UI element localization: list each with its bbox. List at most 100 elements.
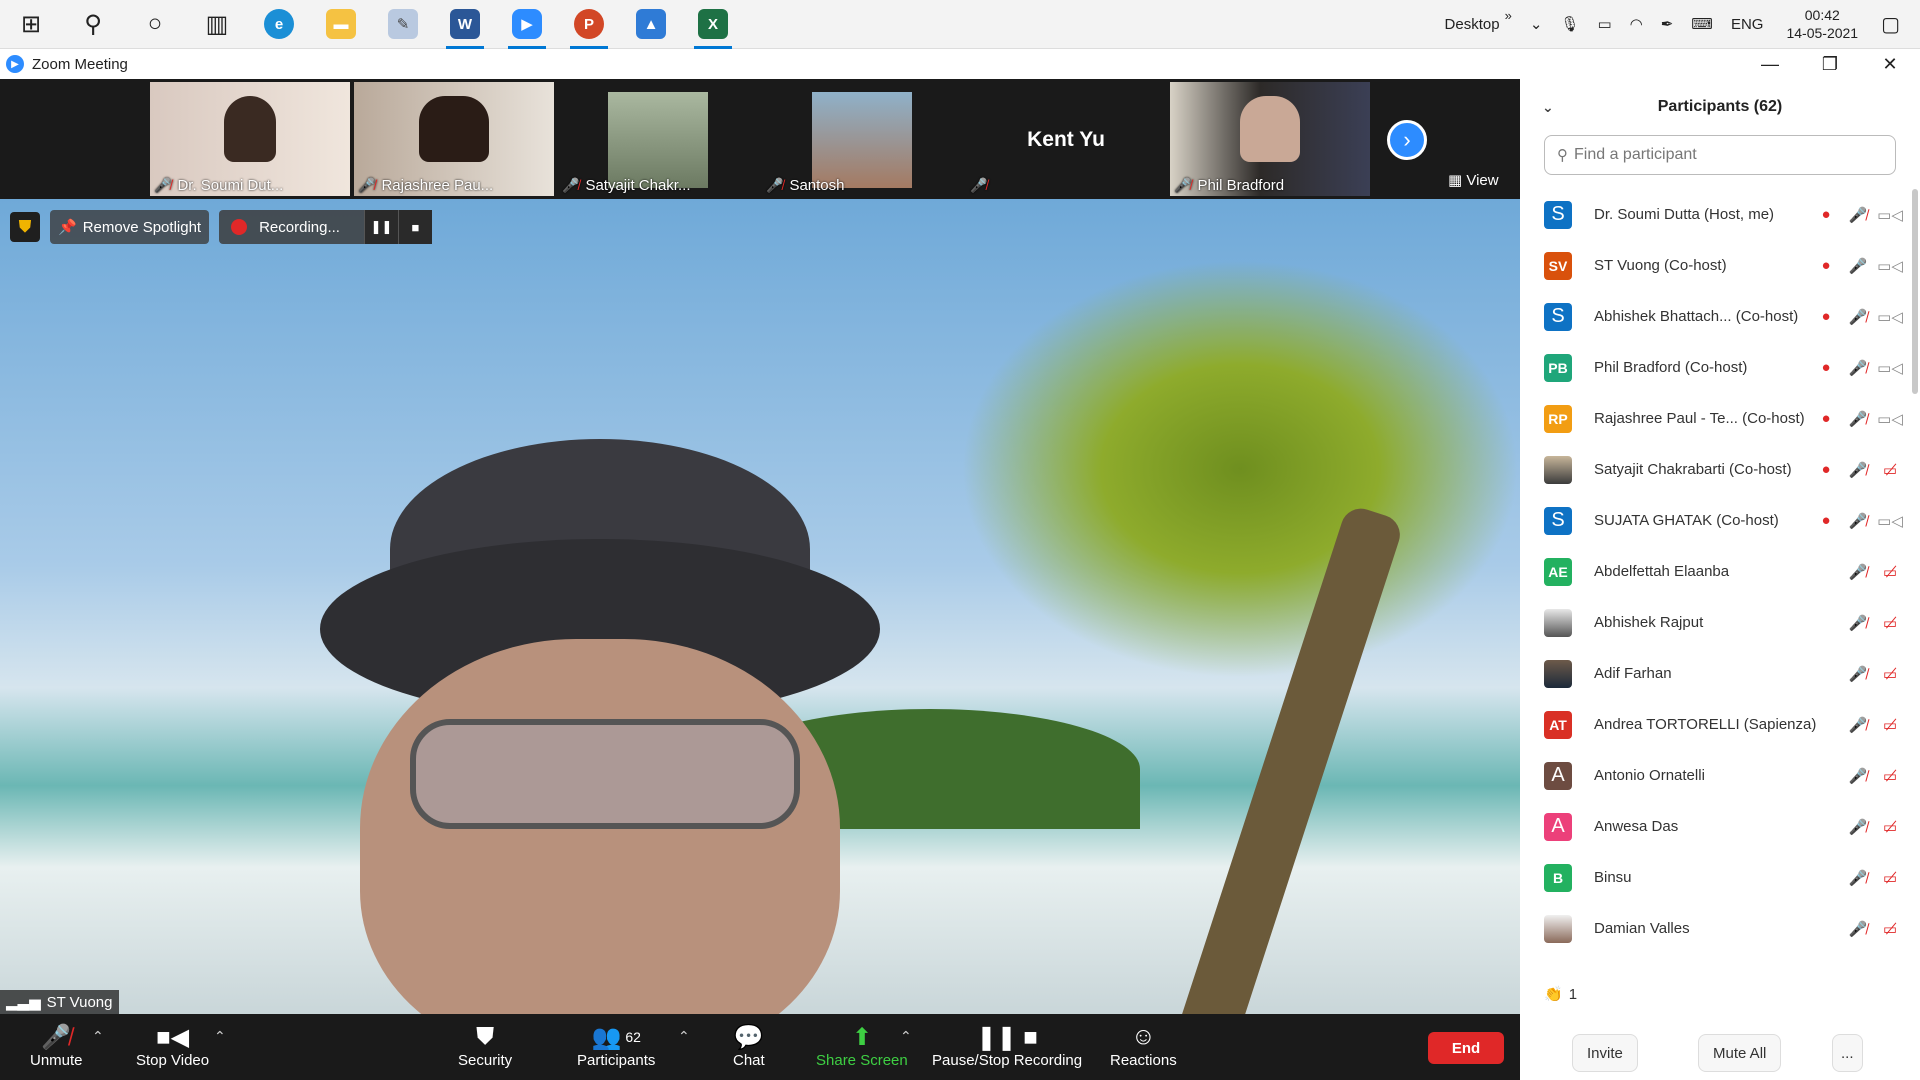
video-thumb[interactable]: 🎤̸ Santosh bbox=[762, 82, 962, 196]
chevron-up-icon[interactable]: ⌄ bbox=[1530, 15, 1543, 33]
reactions-button[interactable]: ☺ Reactions bbox=[1110, 1022, 1177, 1069]
pause-stop-recording-button[interactable]: ❚❚ ■ Pause/Stop Recording bbox=[932, 1022, 1082, 1070]
taskbar-paint[interactable]: ✎ bbox=[372, 0, 434, 49]
participant-row[interactable]: S Abhishek Bhattach... (Co-host) ● 🎤̸ ▭◁ bbox=[1520, 291, 1910, 342]
mic-muted-icon[interactable]: 🎤̸ bbox=[1842, 767, 1874, 785]
video-on-icon[interactable]: ▭◁ bbox=[1874, 257, 1906, 275]
participant-row[interactable]: S Dr. Soumi Dutta (Host, me) ● 🎤̸ ▭◁ bbox=[1520, 189, 1910, 240]
security-shield-icon[interactable]: ⛊ bbox=[10, 212, 40, 242]
minimize-button[interactable]: — bbox=[1740, 54, 1800, 75]
microphone-icon[interactable]: 🎙 bbox=[1560, 15, 1579, 33]
taskbar-file-explorer[interactable]: ▬ bbox=[310, 0, 372, 49]
participant-row[interactable]: A Antonio Ornatelli 🎤̸ ▭̸ bbox=[1520, 750, 1910, 801]
mic-muted-icon[interactable]: 🎤̸ bbox=[1842, 206, 1874, 224]
participant-row[interactable]: B Binsu 🎤̸ ▭̸ bbox=[1520, 852, 1910, 903]
participant-search-input[interactable]: ⚲ Find a participant bbox=[1544, 135, 1896, 175]
taskbar-zoom[interactable]: ▶ bbox=[496, 0, 558, 49]
video-on-icon[interactable]: ▭◁ bbox=[1874, 206, 1906, 224]
video-on-icon[interactable]: ▭◁ bbox=[1874, 359, 1906, 377]
video-off-icon[interactable]: ▭̸ bbox=[1874, 716, 1906, 734]
desktop-toolbar-label[interactable]: Desktop bbox=[1445, 16, 1500, 33]
clock[interactable]: 00:42 14-05-2021 bbox=[1786, 6, 1858, 42]
participant-row[interactable]: SV ST Vuong (Co-host) ● 🎤 ▭◁ bbox=[1520, 240, 1910, 291]
audio-options-caret[interactable]: ⌃ bbox=[92, 1028, 104, 1045]
mic-muted-icon[interactable]: 🎤̸ bbox=[1842, 818, 1874, 836]
taskbar-edge[interactable]: e bbox=[248, 0, 310, 49]
participants-button[interactable]: 👥 62 Participants bbox=[577, 1022, 655, 1070]
mic-muted-icon[interactable]: 🎤̸ bbox=[1842, 869, 1874, 887]
stop-recording-button[interactable]: ■ bbox=[397, 210, 432, 244]
gallery-next-button[interactable]: › bbox=[1387, 120, 1427, 160]
mic-muted-icon[interactable]: 🎤̸ bbox=[1842, 716, 1874, 734]
video-thumb[interactable]: 🎤̸ Phil Bradford bbox=[1170, 82, 1370, 196]
video-thumb[interactable]: 🎤̸ Rajashree Pau... bbox=[354, 82, 554, 196]
video-options-caret[interactable]: ⌃ bbox=[214, 1028, 226, 1045]
participant-row[interactable]: AE Abdelfettah Elaanba 🎤̸ ▭̸ bbox=[1520, 546, 1910, 597]
video-off-icon[interactable]: ▭̸ bbox=[1874, 869, 1906, 887]
participant-row[interactable]: A Anwesa Das 🎤̸ ▭̸ bbox=[1520, 801, 1910, 852]
end-meeting-button[interactable]: End bbox=[1428, 1032, 1504, 1064]
video-off-icon[interactable]: ▭̸ bbox=[1874, 563, 1906, 581]
video-off-icon[interactable]: ▭̸ bbox=[1874, 767, 1906, 785]
mic-on-icon[interactable]: 🎤 bbox=[1842, 257, 1874, 275]
taskbar-photos[interactable]: ▲ bbox=[620, 0, 682, 49]
mic-muted-icon[interactable]: 🎤̸ bbox=[1842, 308, 1874, 326]
mic-muted-icon[interactable]: 🎤̸ bbox=[1842, 461, 1874, 479]
taskbar-powerpoint[interactable]: P bbox=[558, 0, 620, 49]
participant-row[interactable]: PB Phil Bradford (Co-host) ● 🎤̸ ▭◁ bbox=[1520, 342, 1910, 393]
video-off-icon[interactable]: ▭̸ bbox=[1874, 614, 1906, 632]
taskbar-excel[interactable]: X bbox=[682, 0, 744, 49]
participant-row[interactable]: Damian Valles 🎤̸ ▭̸ bbox=[1520, 903, 1910, 954]
notification-icon[interactable]: ▢ bbox=[1881, 12, 1900, 37]
taskbar-word[interactable]: W bbox=[434, 0, 496, 49]
mic-muted-icon[interactable]: 🎤̸ bbox=[1842, 359, 1874, 377]
video-off-icon[interactable]: ▭̸ bbox=[1874, 461, 1906, 479]
main-speaker-video[interactable] bbox=[0, 199, 1520, 1014]
video-thumb[interactable]: 🎤̸ Satyajit Chakr... bbox=[558, 82, 758, 196]
cortana-button[interactable]: ○ bbox=[124, 0, 186, 49]
wifi-icon[interactable]: ◠ bbox=[1630, 15, 1643, 33]
video-off-icon[interactable]: ▭̸ bbox=[1874, 665, 1906, 683]
video-on-icon[interactable]: ▭◁ bbox=[1874, 512, 1906, 530]
view-button[interactable]: ▦ View bbox=[1448, 171, 1499, 189]
pause-recording-button[interactable]: ❚❚ bbox=[363, 210, 398, 244]
mic-muted-icon[interactable]: 🎤̸ bbox=[1842, 563, 1874, 581]
battery-icon[interactable]: ▭ bbox=[1597, 15, 1611, 33]
participant-row[interactable]: Adif Farhan 🎤̸ ▭̸ bbox=[1520, 648, 1910, 699]
restore-button[interactable]: ❐ bbox=[1800, 54, 1860, 75]
participants-options-caret[interactable]: ⌃ bbox=[678, 1028, 690, 1045]
security-button[interactable]: ⛊ Security bbox=[458, 1022, 512, 1069]
video-thumb[interactable]: 🎤̸ Dr. Soumi Dut... bbox=[150, 82, 350, 196]
participant-row[interactable]: Satyajit Chakrabarti (Co-host) ● 🎤̸ ▭̸ bbox=[1520, 444, 1910, 495]
participant-row[interactable]: Abhishek Rajput 🎤̸ ▭̸ bbox=[1520, 597, 1910, 648]
stop-video-button[interactable]: ■◀ Stop Video bbox=[136, 1022, 209, 1070]
language-indicator[interactable]: ENG bbox=[1731, 16, 1764, 33]
mic-muted-icon[interactable]: 🎤̸ bbox=[1842, 512, 1874, 530]
start-button[interactable]: ⊞ bbox=[0, 0, 62, 49]
pen-icon[interactable]: ✒ bbox=[1661, 15, 1674, 33]
close-button[interactable]: ✕ bbox=[1860, 54, 1920, 75]
invite-button[interactable]: Invite bbox=[1572, 1034, 1638, 1072]
more-arrows-icon[interactable]: » bbox=[1505, 8, 1512, 23]
mic-muted-icon[interactable]: 🎤̸ bbox=[1842, 614, 1874, 632]
task-view-button[interactable]: ▥ bbox=[186, 0, 248, 49]
more-options-button[interactable]: ... bbox=[1832, 1034, 1863, 1072]
share-options-caret[interactable]: ⌃ bbox=[900, 1028, 912, 1045]
unmute-button[interactable]: 🎤̸ Unmute bbox=[30, 1022, 83, 1070]
video-off-icon[interactable]: ▭̸ bbox=[1874, 920, 1906, 938]
video-thumb[interactable]: Kent Yu 🎤̸ bbox=[966, 82, 1166, 196]
remove-spotlight-button[interactable]: 📌 Remove Spotlight bbox=[50, 210, 210, 244]
video-off-icon[interactable]: ▭̸ bbox=[1874, 818, 1906, 836]
video-on-icon[interactable]: ▭◁ bbox=[1874, 410, 1906, 428]
participant-row[interactable]: S SUJATA GHATAK (Co-host) ● 🎤̸ ▭◁ bbox=[1520, 495, 1910, 546]
mic-muted-icon[interactable]: 🎤̸ bbox=[1842, 665, 1874, 683]
mic-muted-icon[interactable]: 🎤̸ bbox=[1842, 410, 1874, 428]
participant-row[interactable]: AT Andrea TORTORELLI (Sapienza) 🎤̸ ▭̸ bbox=[1520, 699, 1910, 750]
keyboard-icon[interactable]: ⌨ bbox=[1691, 15, 1713, 33]
video-on-icon[interactable]: ▭◁ bbox=[1874, 308, 1906, 326]
share-screen-button[interactable]: ⬆ Share Screen bbox=[816, 1022, 908, 1070]
mute-all-button[interactable]: Mute All bbox=[1698, 1034, 1782, 1072]
search-button[interactable]: ⚲ bbox=[62, 0, 124, 49]
chat-button[interactable]: 💬 Chat bbox=[733, 1022, 765, 1070]
panel-scrollbar[interactable] bbox=[1912, 189, 1918, 394]
